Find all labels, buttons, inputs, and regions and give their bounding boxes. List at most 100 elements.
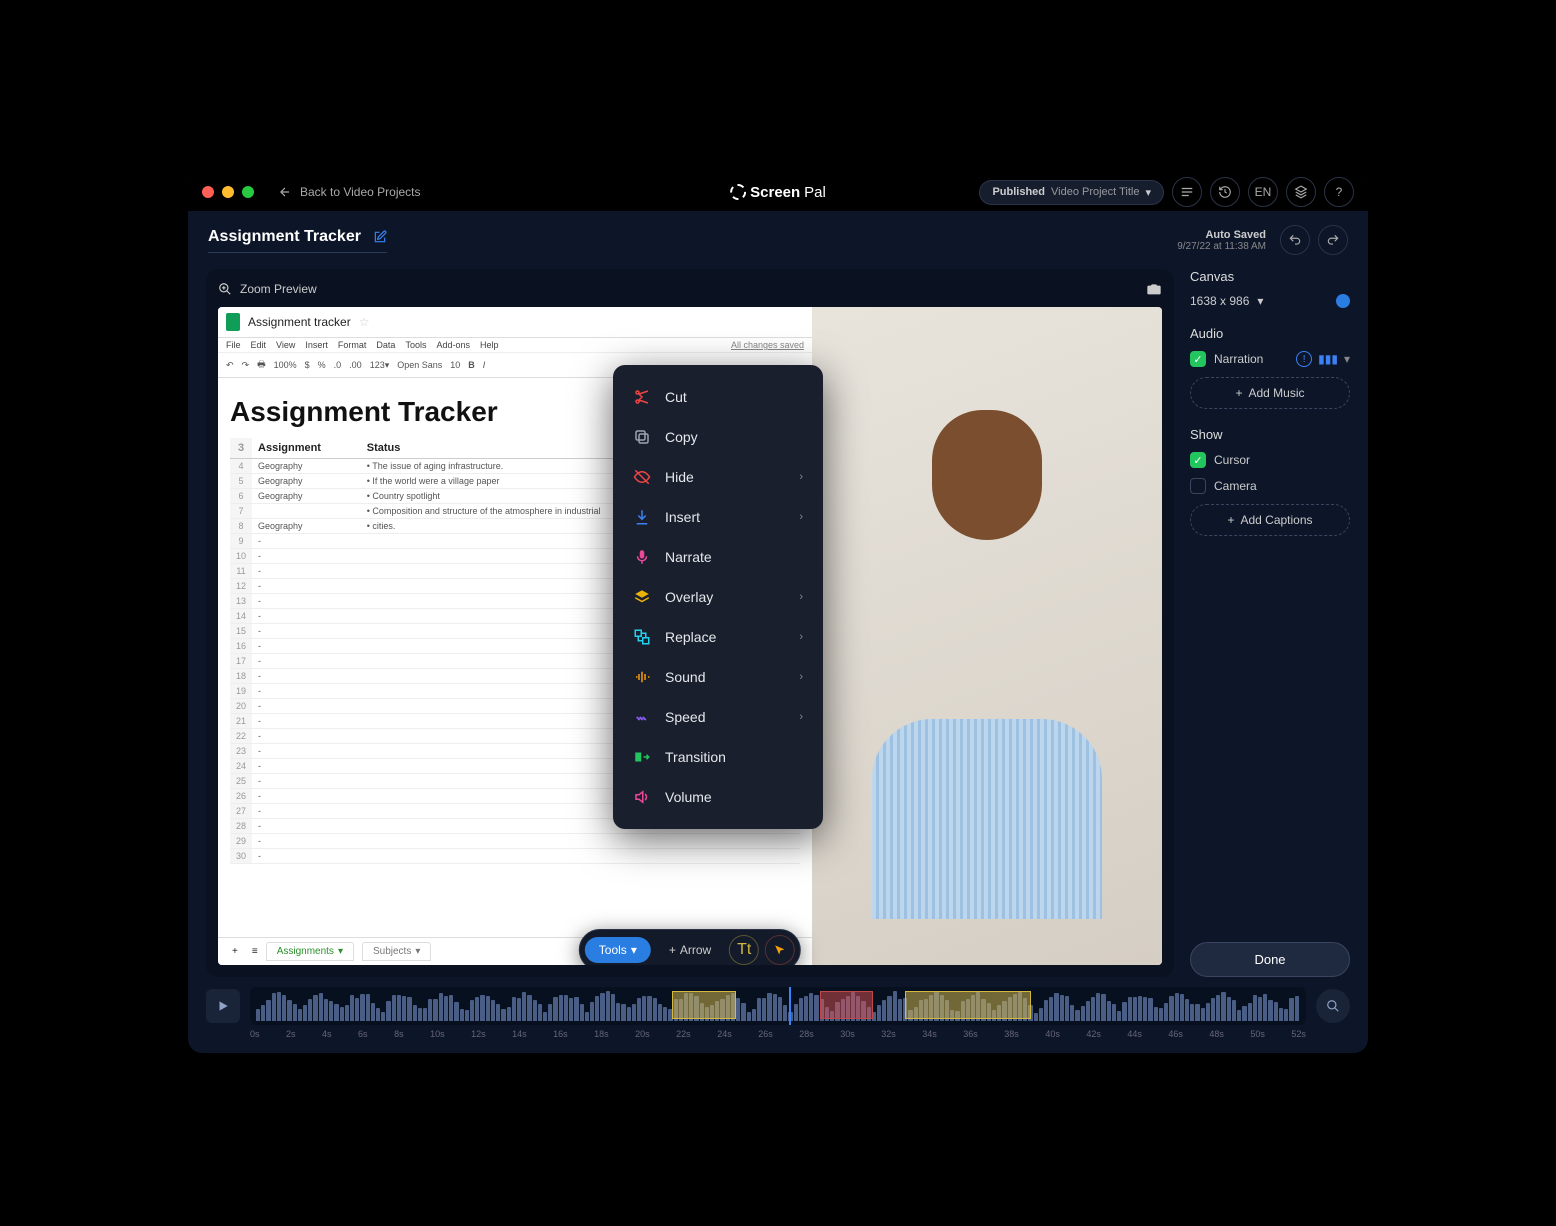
context-menu-overlay[interactable]: Overlay› — [619, 577, 817, 617]
maximize-window-button[interactable] — [242, 186, 254, 198]
properties-sidebar: Canvas 1638 x 986 ▾ Audio Narration ! ▮▮… — [1190, 269, 1350, 977]
canvas-dimensions-dropdown[interactable]: 1638 x 986 ▾ — [1190, 294, 1350, 308]
narration-checkbox[interactable] — [1190, 351, 1206, 367]
layers-icon — [1294, 185, 1308, 199]
autosave-info: Auto Saved 9/27/22 at 11:38 AM — [1177, 229, 1266, 252]
time-mark: 28s — [799, 1029, 814, 1039]
context-menu-cut[interactable]: Cut — [619, 377, 817, 417]
context-menu-speed[interactable]: Speed› — [619, 697, 817, 737]
all-sheets-button[interactable]: ≡ — [252, 946, 258, 957]
redo-button[interactable] — [1318, 225, 1348, 255]
preview-panel: Zoom Preview Assignment tracker ☆ FileEd… — [206, 269, 1174, 977]
chevron-down-icon[interactable]: ▾ — [1344, 352, 1350, 366]
add-captions-button[interactable]: + Add Captions — [1190, 504, 1350, 536]
cursor-label: Cursor — [1214, 453, 1250, 467]
context-menu-label: Speed — [665, 709, 705, 725]
canvas-bg-color-swatch[interactable] — [1336, 294, 1350, 308]
publish-status-dropdown[interactable]: PublishedVideo Project Title ▾ — [979, 180, 1164, 205]
add-music-button[interactable]: + Add Music — [1190, 377, 1350, 409]
timeline-panel: 0s2s4s6s8s10s12s14s16s18s20s22s24s26s28s… — [188, 987, 1368, 1053]
done-button[interactable]: Done — [1190, 942, 1350, 977]
tools-button-label: Tools — [599, 943, 627, 957]
timeline-selection-cut[interactable] — [820, 991, 873, 1019]
playhead[interactable] — [789, 987, 791, 1025]
chevron-right-icon: › — [799, 471, 803, 483]
timeline-selection-1[interactable] — [672, 991, 735, 1019]
context-menu-narrate[interactable]: Narrate — [619, 537, 817, 577]
history-button[interactable] — [1210, 177, 1240, 207]
add-arrow-button[interactable]: + Arrow — [657, 937, 723, 963]
narration-levels-icon[interactable]: ▮▮▮ — [1318, 352, 1338, 366]
time-mark: 14s — [512, 1029, 527, 1039]
time-mark: 40s — [1045, 1029, 1060, 1039]
sheet-menu-item: Data — [376, 340, 395, 350]
redo-icon — [1326, 233, 1340, 247]
narration-info-icon[interactable]: ! — [1296, 351, 1312, 367]
timeline-track[interactable] — [250, 987, 1306, 1025]
publish-status-label: Published — [992, 186, 1045, 198]
replace-icon — [633, 628, 651, 646]
chevron-down-icon: ▾ — [631, 943, 637, 957]
time-mark: 32s — [881, 1029, 896, 1039]
preview-topbar: Zoom Preview — [218, 281, 1162, 297]
tools-dropdown-button[interactable]: Tools ▾ — [585, 937, 651, 963]
cursor-checkbox[interactable] — [1190, 452, 1206, 468]
context-menu-replace[interactable]: Replace› — [619, 617, 817, 657]
minimize-window-button[interactable] — [222, 186, 234, 198]
context-menu-copy[interactable]: Copy — [619, 417, 817, 457]
sheet-menu-item: File — [226, 340, 241, 350]
camera-icon[interactable] — [1146, 281, 1162, 297]
list-button[interactable] — [1172, 177, 1202, 207]
cursor-tool-button[interactable] — [765, 935, 795, 965]
done-button-label: Done — [1254, 952, 1285, 967]
project-header: Assignment Tracker Auto Saved 9/27/22 at… — [188, 211, 1368, 269]
edit-title-button[interactable] — [373, 230, 387, 244]
context-menu-insert[interactable]: Insert› — [619, 497, 817, 537]
add-sheet-button[interactable]: + — [226, 946, 244, 957]
help-button[interactable]: ? — [1324, 177, 1354, 207]
narration-label: Narration — [1214, 352, 1263, 366]
camera-checkbox[interactable] — [1190, 478, 1206, 494]
narration-row: Narration ! ▮▮▮ ▾ — [1190, 351, 1350, 367]
brand-icon — [730, 184, 746, 200]
time-mark: 2s — [286, 1029, 296, 1039]
time-mark: 34s — [922, 1029, 937, 1039]
tools-context-menu: CutCopyHide›Insert›NarrateOverlay›Replac… — [613, 365, 823, 829]
cut-icon — [633, 388, 651, 406]
timeline-selection-2[interactable] — [905, 991, 1032, 1019]
sheet-tab-subjects[interactable]: Subjects ▾ — [362, 942, 431, 961]
sheet-tab-assignments[interactable]: Assignments ▾ — [266, 942, 354, 961]
back-button[interactable]: Back to Video Projects — [278, 185, 421, 199]
undo-button[interactable] — [1280, 225, 1310, 255]
zoom-preview-button[interactable]: Zoom Preview — [218, 282, 317, 296]
context-menu-sound[interactable]: Sound› — [619, 657, 817, 697]
sheet-doc-title: Assignment tracker ☆ — [218, 307, 812, 338]
camera-label: Camera — [1214, 479, 1257, 493]
history-icon — [1218, 185, 1232, 199]
context-menu-hide[interactable]: Hide› — [619, 457, 817, 497]
tb-bold-icon: B — [468, 360, 475, 370]
timeline-zoom-button[interactable] — [1316, 989, 1350, 1023]
layers-button[interactable] — [1286, 177, 1316, 207]
sheet-menu-bar: FileEditViewInsertFormatDataToolsAdd-ons… — [218, 338, 812, 353]
sheets-icon — [226, 313, 240, 331]
narration-badges: ! ▮▮▮ ▾ — [1296, 351, 1350, 367]
star-icon: ☆ — [359, 315, 370, 329]
context-menu-volume[interactable]: Volume — [619, 777, 817, 817]
narrate-icon — [633, 548, 651, 566]
chevron-down-icon: ▾ — [1145, 186, 1151, 199]
play-icon — [216, 999, 230, 1013]
context-menu-transition[interactable]: Transition — [619, 737, 817, 777]
cursor-row: Cursor — [1190, 452, 1350, 468]
time-mark: 38s — [1004, 1029, 1019, 1039]
add-text-button[interactable]: Tt — [729, 935, 759, 965]
overlay-icon — [633, 588, 651, 606]
time-mark: 50s — [1250, 1029, 1265, 1039]
video-preview: Assignment tracker ☆ FileEditViewInsertF… — [218, 307, 1162, 965]
language-button[interactable]: EN — [1248, 177, 1278, 207]
close-window-button[interactable] — [202, 186, 214, 198]
plus-icon: + — [669, 943, 676, 957]
time-mark: 18s — [594, 1029, 609, 1039]
play-button[interactable] — [206, 989, 240, 1023]
language-label: EN — [1255, 185, 1272, 199]
